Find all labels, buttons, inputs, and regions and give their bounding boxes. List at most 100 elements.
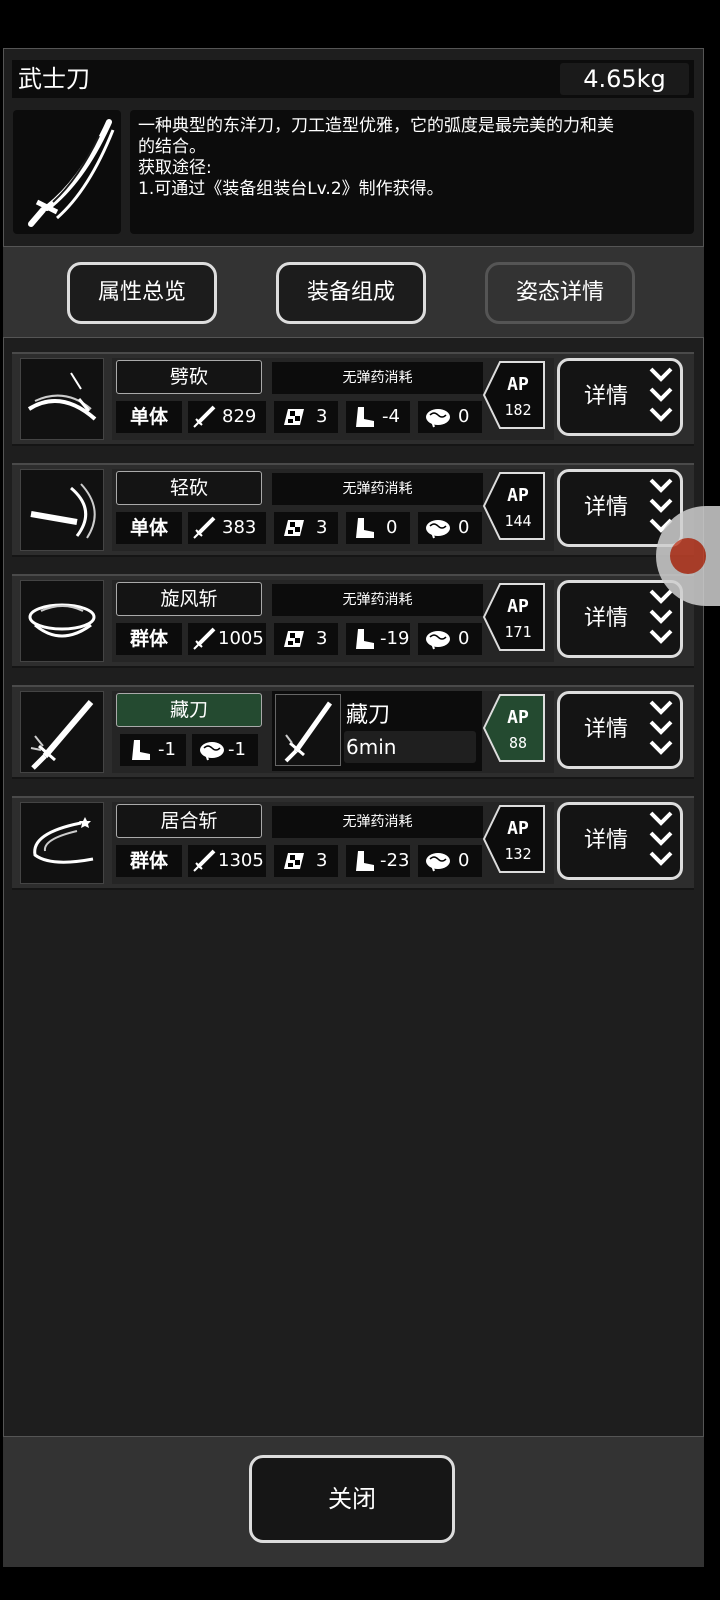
speed-stat: 3 — [274, 401, 338, 433]
move-value: 0 — [386, 517, 398, 538]
attack-stat: 1005 — [188, 623, 266, 655]
chevron-down-icon — [649, 700, 673, 755]
detail-button[interactable]: 详情 — [557, 802, 683, 880]
detail-label: 详情 — [584, 384, 629, 409]
sheathe-blade-skill-icon — [20, 691, 104, 773]
chevron-down-icon — [649, 589, 673, 644]
skill-row: 居合斩 无弹药消耗 群体 1305 3 -23 0 AP 132 详情 — [12, 796, 694, 890]
skill-name: 劈砍 — [116, 360, 262, 394]
checkered-flag-icon — [284, 520, 304, 536]
move-stat: 0 — [346, 512, 410, 544]
item-name: 武士刀 — [18, 65, 90, 93]
skill-row: 劈砍 无弹药消耗 单体 829 3 -4 0 AP 182 详情 — [12, 352, 694, 446]
brain-icon — [426, 409, 450, 428]
speed-value: 3 — [316, 628, 328, 649]
boot-icon — [132, 740, 150, 760]
ap-value: 88 — [509, 734, 527, 752]
detail-label: 详情 — [584, 495, 629, 520]
speed-value: 3 — [316, 517, 328, 538]
skill-row-stance: 藏刀 -1 -1 藏刀 6min AP 88 详情 — [12, 685, 694, 779]
tab-attributes-overview[interactable]: 属性总览 — [67, 262, 217, 324]
ammo-consumption: 无弹药消耗 — [272, 362, 483, 394]
brain-icon — [426, 853, 450, 872]
brain-icon — [426, 520, 450, 539]
ap-cost-badge: AP 144 — [482, 472, 545, 540]
item-description: 一种典型的东洋刀，刀工造型优雅，它的弧度是最完美的力和美 的结合。 获取途径: … — [130, 110, 694, 234]
attack-value: 1305 — [218, 850, 264, 871]
ap-cost-badge: AP 171 — [482, 583, 545, 651]
checkered-flag-icon — [284, 409, 304, 425]
move-stat: -19 — [346, 623, 410, 655]
ap-label: AP — [507, 818, 529, 839]
speed-stat: 3 — [274, 512, 338, 544]
skill-name: 居合斩 — [116, 804, 262, 838]
boot-icon — [356, 407, 374, 427]
brain-value: 0 — [458, 628, 470, 649]
skill-row: 轻砍 无弹药消耗 单体 383 3 0 0 AP 144 详情 — [12, 463, 694, 557]
brain-icon — [426, 631, 450, 650]
item-image — [13, 110, 121, 234]
stance-name: 藏刀 — [346, 703, 391, 728]
detail-button[interactable]: 详情 — [557, 691, 683, 769]
description-line: 一种典型的东洋刀，刀工造型优雅，它的弧度是最完美的力和美 — [138, 116, 614, 136]
assistant-icon — [670, 538, 706, 574]
ap-value: 144 — [504, 512, 531, 530]
attack-value: 1005 — [218, 628, 264, 649]
move-value: -4 — [382, 406, 400, 427]
speed-stat: 3 — [274, 623, 338, 655]
katana-icon — [28, 119, 115, 227]
move-value: -19 — [380, 628, 410, 649]
description-line: 1.可通过《装备组装台Lv.2》制作获得。 — [138, 179, 444, 199]
attack-stat: 383 — [188, 512, 266, 544]
move-value: -1 — [158, 739, 176, 760]
brain-value: 0 — [458, 517, 470, 538]
brain-stat: 0 — [418, 401, 482, 433]
brain-icon — [200, 742, 224, 761]
move-value: -23 — [380, 850, 410, 871]
move-stat: -1 — [120, 734, 186, 766]
speed-stat: 3 — [274, 845, 338, 877]
skill-name: 轻砍 — [116, 471, 262, 505]
chevron-down-icon — [649, 367, 673, 422]
ap-cost-badge: AP 88 — [482, 694, 545, 762]
checkered-flag-icon — [284, 853, 304, 869]
ap-cost-badge: AP 132 — [482, 805, 545, 873]
target-type: 单体 — [116, 512, 182, 544]
close-button[interactable]: 关闭 — [249, 1455, 455, 1543]
sheathe-blade-icon — [284, 701, 333, 763]
stance-card: 藏刀 6min — [272, 691, 482, 771]
skill-name: 藏刀 — [116, 693, 262, 727]
ammo-consumption: 无弹药消耗 — [272, 473, 483, 505]
skill-name: 旋风斩 — [116, 582, 262, 616]
stance-duration: 6min — [344, 731, 476, 763]
sword-icon — [193, 627, 216, 650]
tab-stance-details[interactable]: 姿态详情 — [485, 262, 635, 324]
boot-icon — [356, 629, 374, 649]
ap-label: AP — [507, 485, 529, 506]
item-weight: 4.65kg — [560, 63, 689, 95]
tab-equipment-composition[interactable]: 装备组成 — [276, 262, 426, 324]
ap-value: 182 — [504, 401, 531, 419]
detail-button[interactable]: 详情 — [557, 580, 683, 658]
brain-stat: -1 — [192, 734, 258, 766]
skill-row: 旋风斩 无弹药消耗 群体 1005 3 -19 0 AP 171 详情 — [12, 574, 694, 668]
target-type: 群体 — [116, 845, 182, 877]
ammo-consumption: 无弹药消耗 — [272, 806, 483, 838]
ap-value: 171 — [504, 623, 531, 641]
brain-stat: 0 — [418, 623, 482, 655]
sword-icon — [193, 849, 216, 872]
brain-stat: 0 — [418, 512, 482, 544]
ap-label: AP — [507, 374, 529, 395]
brain-value: 0 — [458, 850, 470, 871]
brain-stat: 0 — [418, 845, 482, 877]
chevron-down-icon — [649, 811, 673, 866]
brain-value: -1 — [228, 739, 246, 760]
ap-value: 132 — [504, 845, 531, 863]
light-slash-skill-icon — [20, 469, 104, 551]
attack-value: 829 — [222, 406, 257, 427]
detail-button[interactable]: 详情 — [557, 358, 683, 436]
slash-skill-icon — [20, 358, 104, 440]
description-line: 的结合。 — [138, 137, 206, 157]
ammo-consumption: 无弹药消耗 — [272, 584, 483, 616]
sword-icon — [193, 516, 216, 539]
